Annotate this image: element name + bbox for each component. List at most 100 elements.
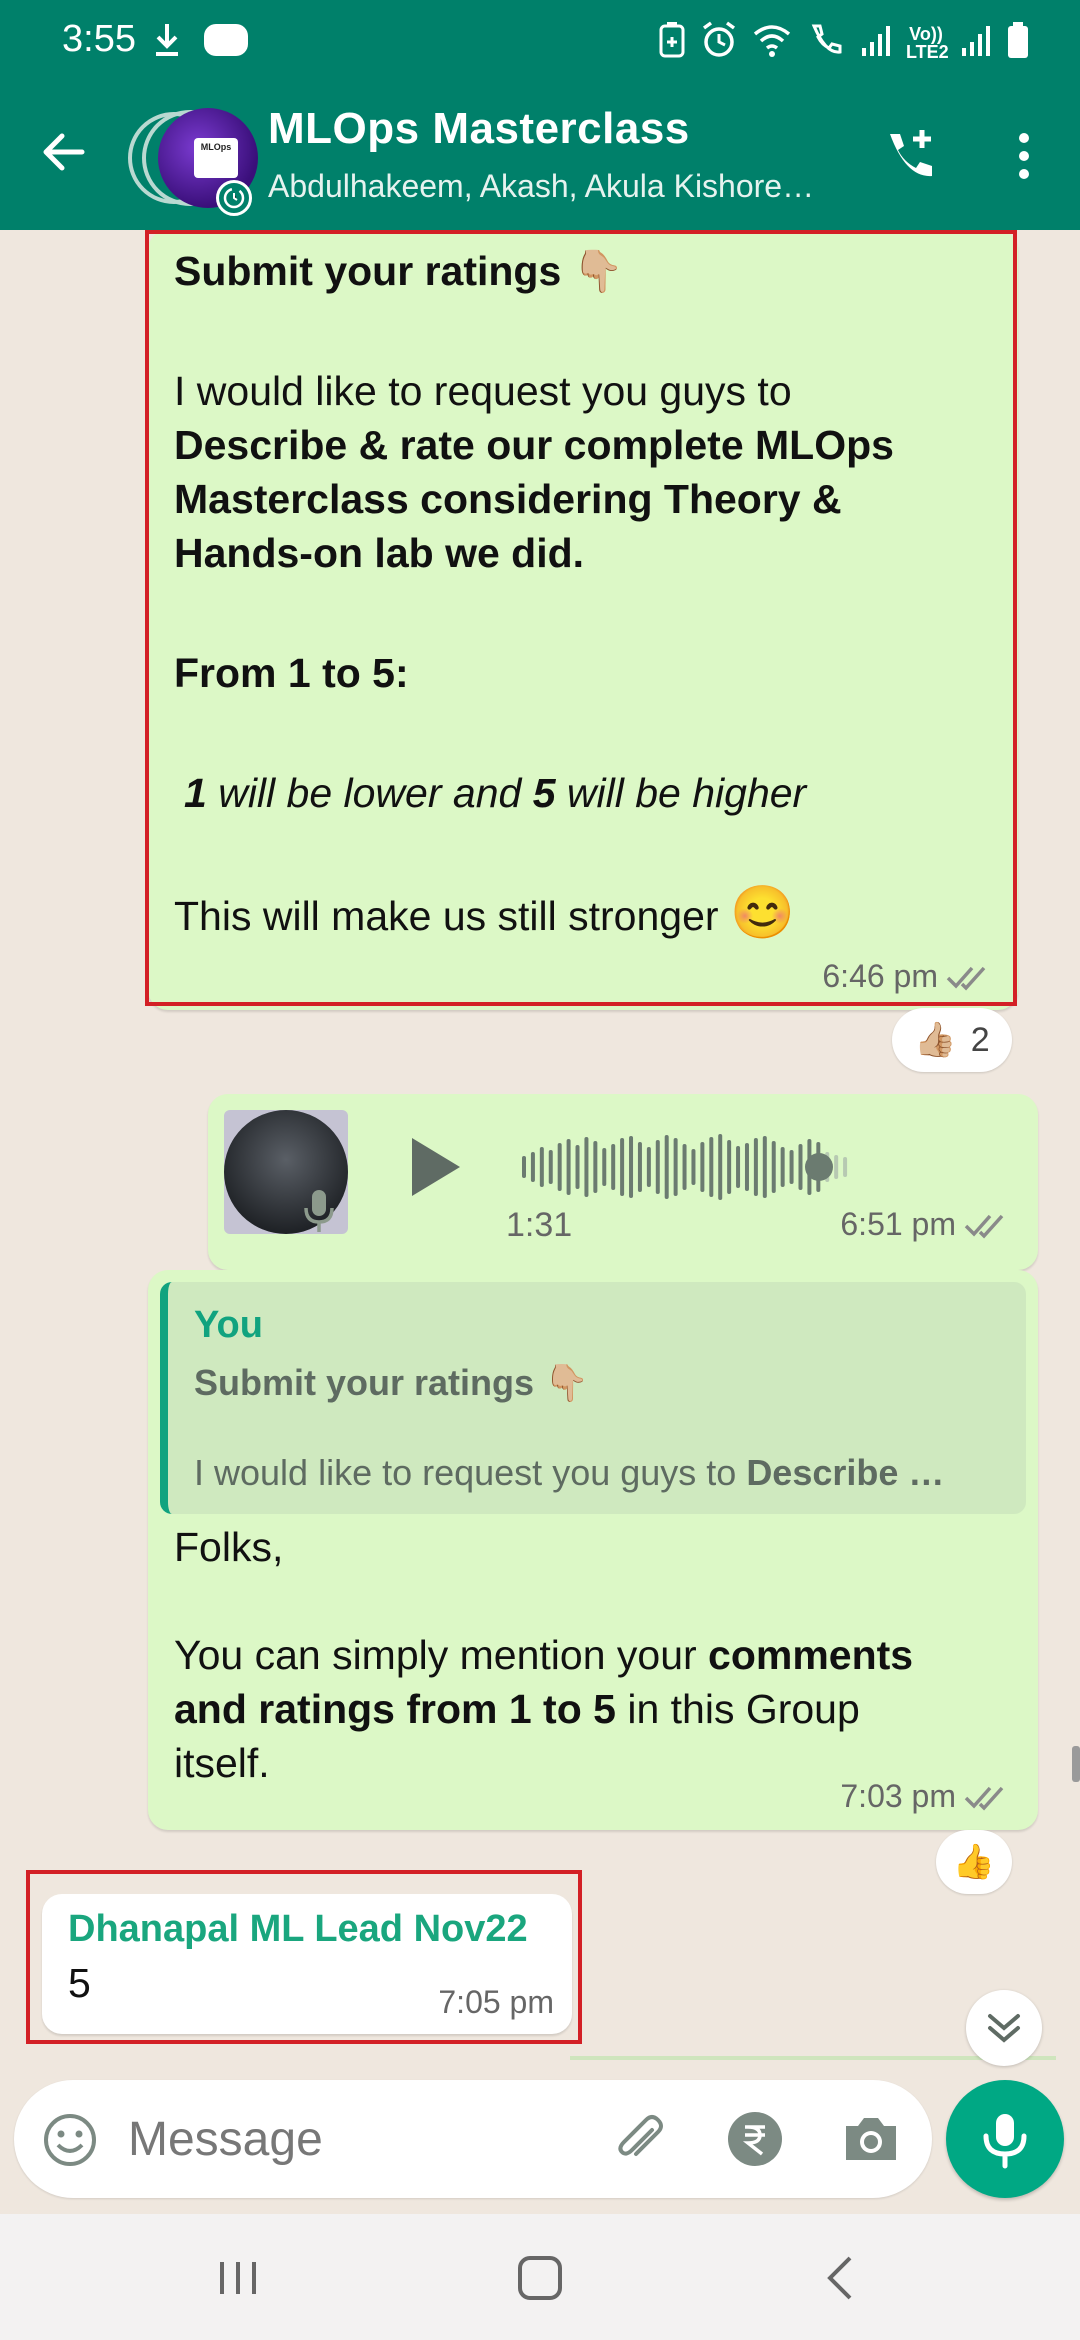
highlight-box-incoming (26, 1870, 582, 2044)
reply-message-meta: 7:03 pm (840, 1778, 1012, 1815)
waveform-bar (611, 1144, 616, 1190)
reply-line-2-bold: comments (708, 1632, 914, 1678)
voice-waveform[interactable] (514, 1132, 864, 1202)
battery-saver-icon (658, 20, 686, 65)
waveform-bar (673, 1138, 678, 1196)
add-call-button[interactable] (880, 126, 940, 186)
download-icon (150, 20, 184, 65)
mic-badge-icon (302, 1186, 336, 1234)
more-vertical-icon (1019, 133, 1029, 179)
read-ticks-icon (964, 1214, 1004, 1239)
playback-knob[interactable] (805, 1153, 833, 1181)
group-avatar[interactable]: MLOps (128, 106, 258, 216)
waveform-bar (691, 1149, 696, 1185)
waveform-bar (602, 1148, 607, 1186)
phone-add-icon (890, 130, 932, 177)
waveform-bar (655, 1140, 660, 1194)
waveform-bar (566, 1139, 571, 1195)
back-button[interactable] (36, 124, 92, 180)
camera-icon (846, 2118, 896, 2160)
camera-button[interactable] (840, 2110, 902, 2168)
scrollbar-thumb[interactable] (1072, 1746, 1080, 1782)
message-composer (14, 2080, 932, 2198)
reply-message-bubble[interactable]: You Submit your ratings 👇🏼 I would like … (148, 1270, 1038, 1830)
reaction-pill[interactable]: 👍🏼 2 (892, 1008, 1012, 1072)
avatar-card: MLOps (194, 138, 238, 178)
reply-line-3: and ratings from 1 to 5 in this Group (174, 1682, 1024, 1736)
message-input[interactable] (128, 2104, 598, 2174)
rupee-icon (728, 2112, 782, 2166)
quoted-body-plain: I would like to request you guys to (194, 1452, 747, 1493)
reaction-pill-reply[interactable]: 👍 (936, 1830, 1012, 1894)
voice-message-bubble[interactable]: 1:31 6:51 pm (208, 1094, 1038, 1270)
pointing-down-emoji: 👇🏼 (544, 1362, 589, 1403)
quoted-title-text: Submit your ratings (194, 1362, 535, 1403)
back-arrow-icon (43, 133, 85, 171)
chat-header: MLOps MLOps Masterclass Abdulhakeem, Aka… (0, 84, 1080, 230)
more-options-button[interactable] (1000, 124, 1048, 188)
waveform-bar (682, 1144, 687, 1190)
reply-line-3-plain: in this Group (615, 1686, 860, 1732)
notification-blob-icon (202, 20, 250, 65)
reply-message-time: 7:03 pm (840, 1778, 956, 1814)
reaction-count: 2 (970, 1020, 990, 1059)
voice-message-time: 6:51 pm (840, 1206, 956, 1242)
waveform-bar (834, 1155, 839, 1179)
system-nav-bar (0, 2214, 1080, 2340)
chat-title[interactable]: MLOps Masterclass (268, 104, 690, 154)
waveform-bar (798, 1144, 803, 1190)
network-label-bottom: LTE2 (906, 41, 949, 62)
reply-body: Folks, You can simply mention your comme… (174, 1520, 1024, 1790)
recent-apps-button[interactable] (208, 2248, 268, 2308)
home-button[interactable] (510, 2248, 570, 2308)
scroll-to-bottom-button[interactable] (966, 1990, 1042, 2066)
system-back-button[interactable] (812, 2248, 872, 2308)
waveform-bar (620, 1138, 625, 1196)
emoji-button[interactable] (40, 2110, 100, 2170)
wifi-icon (752, 20, 792, 65)
reply-line-1: Folks, (174, 1524, 284, 1570)
chat-area[interactable]: Submit your ratings 👇🏼 I would like to r… (0, 230, 1080, 2060)
chat-participants[interactable]: Abdulhakeem, Akash, Akula Kishore… (268, 168, 814, 205)
reply-line-2: You can simply mention your comments (174, 1628, 1024, 1682)
quoted-message[interactable]: You Submit your ratings 👇🏼 I would like … (160, 1282, 1026, 1514)
recent-apps-icon (220, 2262, 256, 2294)
attach-button[interactable] (608, 2108, 672, 2172)
waveform-bar (646, 1147, 651, 1187)
waveform-bar (789, 1150, 794, 1184)
home-icon (518, 2256, 562, 2300)
waveform-bar (557, 1143, 562, 1191)
waveform-bar (530, 1152, 535, 1182)
battery-icon (1006, 20, 1030, 65)
status-bar: 3:55 Vo)) LTE2 (0, 0, 1080, 84)
voice-record-button[interactable] (946, 2080, 1064, 2198)
play-button[interactable] (404, 1132, 468, 1202)
waveform-bar (522, 1156, 526, 1178)
signal-icon (860, 20, 892, 65)
emoji-icon (44, 2114, 96, 2166)
payment-button[interactable] (726, 2110, 784, 2168)
signal-2-icon (960, 20, 992, 65)
status-right-icons: Vo)) LTE2 (658, 20, 1030, 65)
network-type-label: Vo)) LTE2 (906, 23, 949, 62)
quoted-author: You (194, 1304, 263, 1346)
waveform-bar (727, 1140, 732, 1194)
voice-duration: 1:31 (506, 1206, 573, 1244)
disappearing-timer-icon (216, 180, 252, 216)
waveform-bar (548, 1150, 553, 1184)
waveform-bar (736, 1146, 741, 1188)
play-icon (412, 1138, 460, 1196)
waveform-bar (744, 1143, 749, 1191)
waveform-bar (629, 1136, 634, 1198)
waveform-bar (637, 1142, 642, 1192)
reply-line-3-bold: and ratings from 1 to 5 (174, 1686, 616, 1732)
network-label-top: Vo)) (909, 23, 943, 44)
alarm-icon (700, 20, 738, 65)
paperclip-icon (618, 2115, 663, 2156)
read-ticks-icon (964, 1786, 1004, 1811)
quoted-body-bold: Describe … (746, 1452, 945, 1493)
quoted-title: Submit your ratings 👇🏼 (194, 1362, 589, 1404)
waveform-bar (843, 1157, 848, 1177)
waveform-bar (753, 1138, 758, 1196)
thumbs-up-emoji: 👍 (952, 1843, 996, 1881)
